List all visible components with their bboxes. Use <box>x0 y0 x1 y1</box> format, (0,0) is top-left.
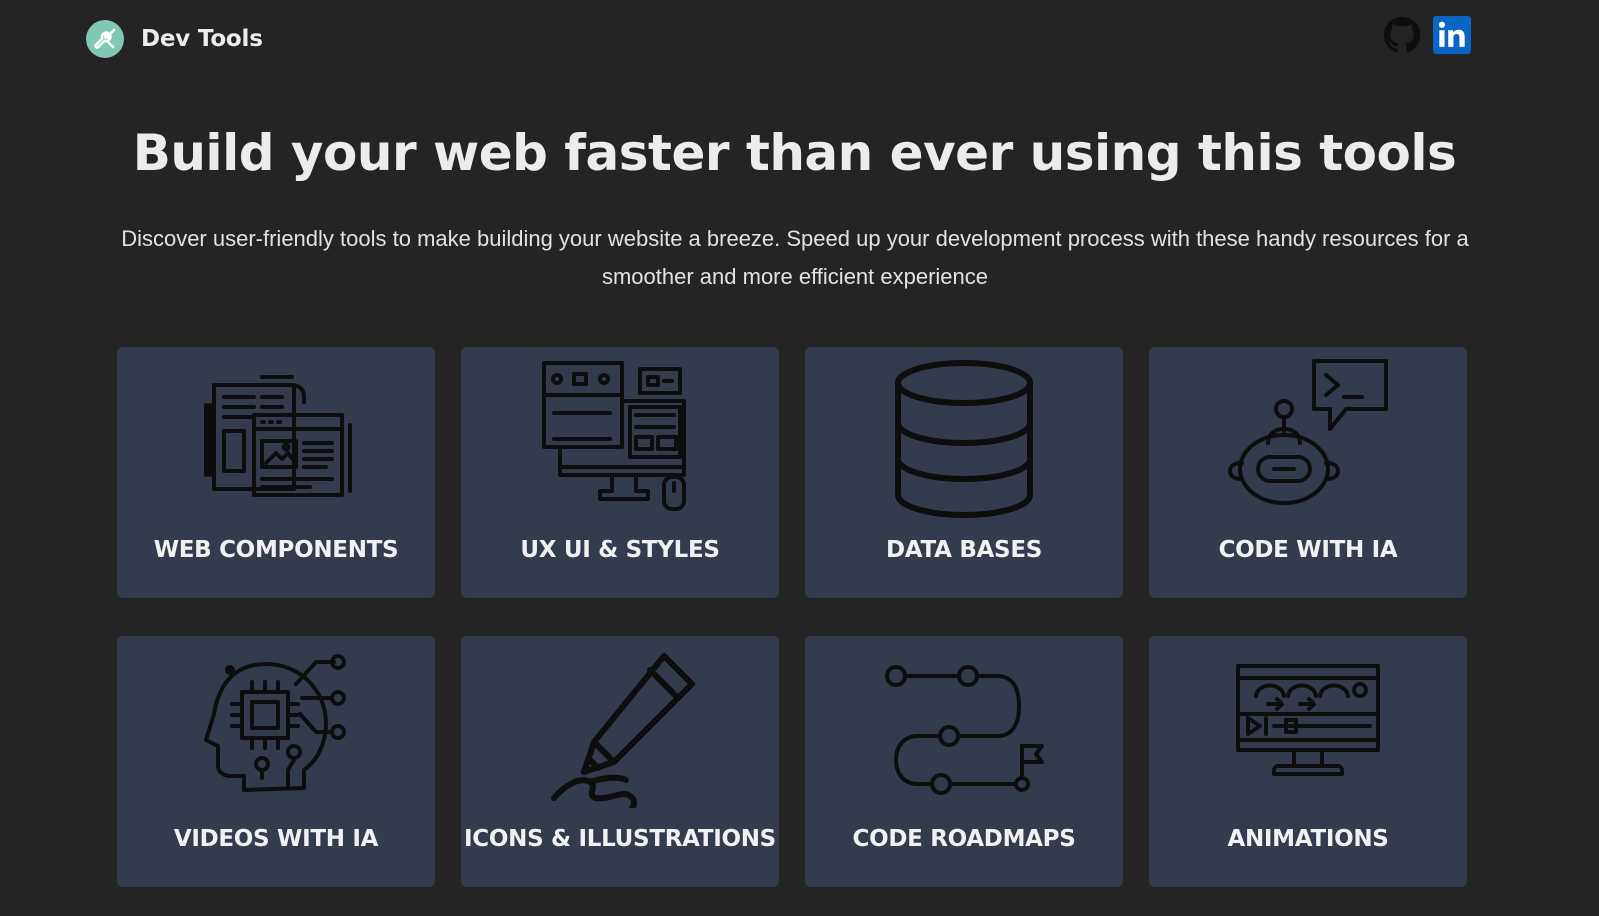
brand-link[interactable]: Dev Tools <box>86 20 263 58</box>
ux-ui-styles-icon <box>542 361 686 511</box>
card-label: VIDEOS WITH IA <box>173 826 379 852</box>
card-data-bases[interactable]: DATA BASES <box>805 347 1123 598</box>
card-web-components[interactable]: WEB COMPONENTS <box>117 347 435 598</box>
card-label: ICONS & ILLUSTRATIONS <box>464 826 776 852</box>
hero-title: Build your web faster than ever using th… <box>132 124 1457 182</box>
social-links <box>1383 16 1471 54</box>
ai-head-chip-icon <box>204 654 346 792</box>
card-label: WEB COMPONENTS <box>153 537 399 563</box>
card-icons-illustrations[interactable]: ICONS & ILLUSTRATIONS <box>461 636 779 887</box>
card-label: DATA BASES <box>886 537 1042 563</box>
card-videos-with-ia[interactable]: VIDEOS WITH IA <box>117 636 435 887</box>
navbar: Dev Tools <box>0 0 1599 80</box>
card-label: CODE ROADMAPS <box>852 826 1076 852</box>
ai-robot-terminal-icon <box>1228 359 1388 505</box>
github-link[interactable] <box>1383 16 1421 54</box>
card-animations[interactable]: ANIMATIONS <box>1149 636 1467 887</box>
card-code-roadmaps[interactable]: CODE ROADMAPS <box>805 636 1123 887</box>
linkedin-link[interactable] <box>1433 16 1471 54</box>
brand-name: Dev Tools <box>141 26 263 52</box>
card-label: CODE WITH IA <box>1218 537 1398 563</box>
database-icon <box>895 360 1033 518</box>
linkedin-icon <box>1433 16 1471 54</box>
card-ux-ui-styles[interactable]: UX UI & STYLES <box>461 347 779 598</box>
category-grid: WEB COMPONENTS UX UI & STYLES DATA BASES… <box>117 347 1469 887</box>
animation-monitor-icon <box>1236 664 1380 776</box>
web-components-icon <box>204 375 352 497</box>
card-label: ANIMATIONS <box>1227 826 1389 852</box>
roadmap-icon <box>885 665 1044 795</box>
pencil-icon <box>551 653 695 808</box>
card-label: UX UI & STYLES <box>520 537 720 563</box>
github-icon <box>1383 16 1421 53</box>
wrench-screwdriver-icon <box>86 20 124 58</box>
hero-subtitle: Discover user-friendly tools to make bui… <box>121 226 1469 289</box>
card-code-with-ia[interactable]: CODE WITH IA <box>1149 347 1467 598</box>
